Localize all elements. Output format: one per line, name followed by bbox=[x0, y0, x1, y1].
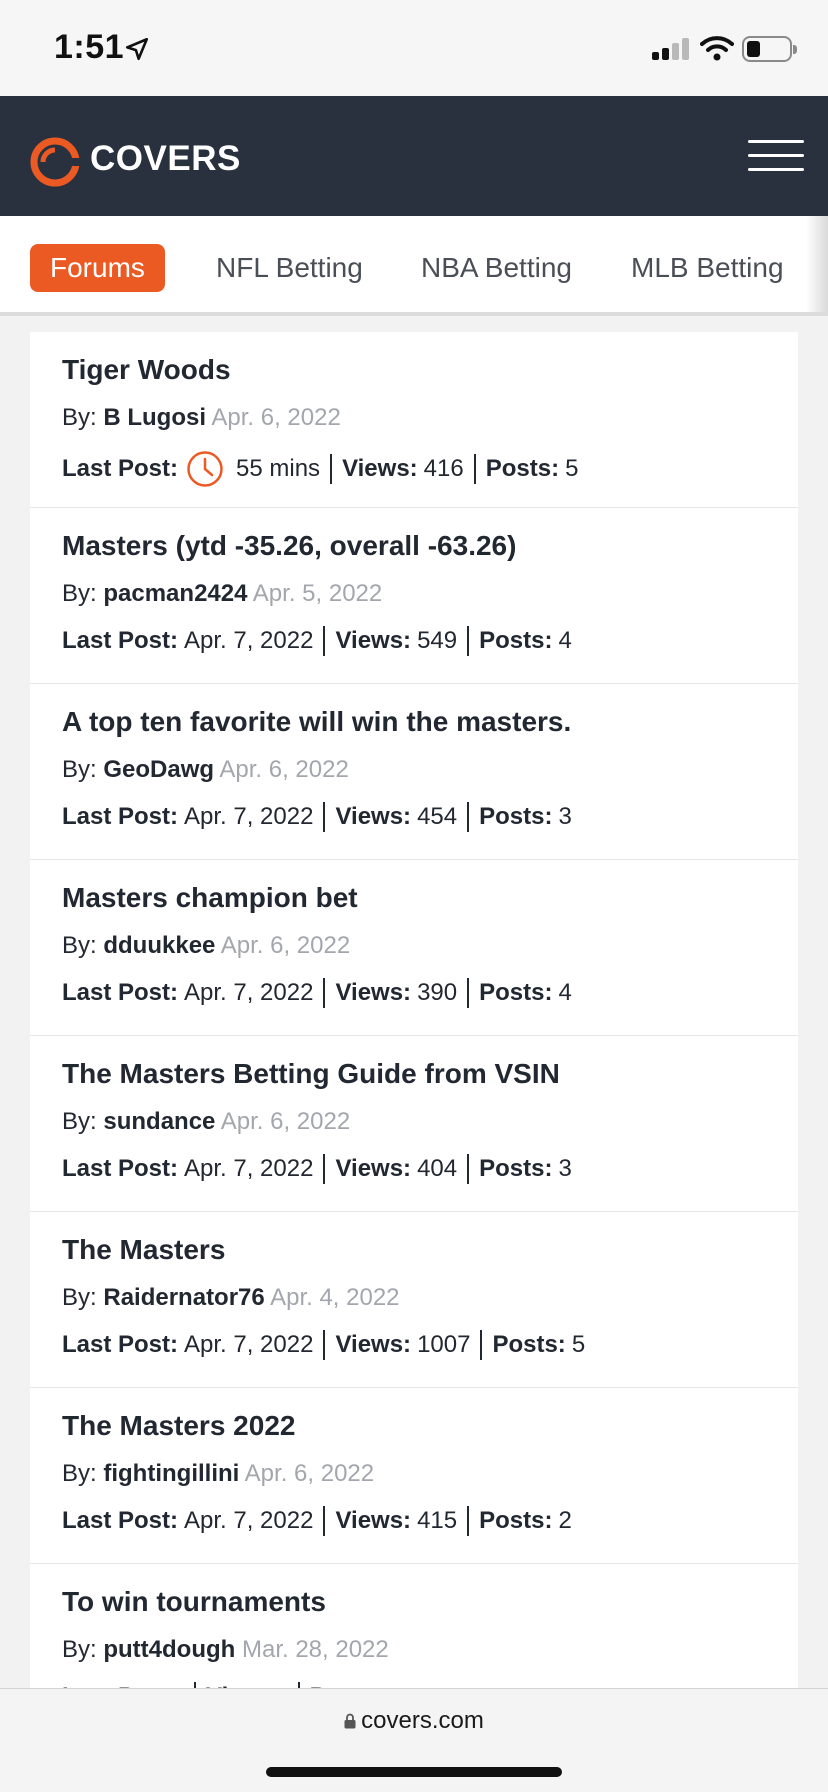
thread-item[interactable]: The Masters Betting Guide from VSIN By: … bbox=[30, 1036, 798, 1212]
thread-title[interactable]: Tiger Woods bbox=[62, 354, 231, 386]
url-display[interactable]: covers.com bbox=[0, 1707, 828, 1735]
thread-date: Apr. 4, 2022 bbox=[270, 1284, 400, 1311]
thread-title[interactable]: The Masters Betting Guide from VSIN bbox=[62, 1058, 560, 1090]
thread-byline: By: sundance Apr. 6, 2022 bbox=[62, 1108, 351, 1135]
thread-stats: Last Post: Apr. 7, 2022 Views: 549 Posts… bbox=[62, 626, 572, 656]
site-header: COVERS bbox=[0, 96, 828, 216]
views-count: 415 bbox=[417, 1507, 458, 1534]
views-count: 549 bbox=[417, 627, 458, 654]
thread-author[interactable]: B Lugosi bbox=[103, 404, 206, 431]
tab-mlb-betting[interactable]: MLB Betting bbox=[631, 244, 784, 292]
posts-count: 3 bbox=[558, 1155, 572, 1182]
thread-author[interactable]: Raidernator76 bbox=[103, 1284, 264, 1311]
browser-url-bar[interactable]: covers.com bbox=[0, 1688, 828, 1792]
posts-count: 5 bbox=[571, 1331, 586, 1358]
thread-title[interactable]: The Masters bbox=[62, 1234, 225, 1266]
thread-author[interactable]: dduukkee bbox=[103, 932, 215, 959]
url-text: covers.com bbox=[361, 1707, 484, 1734]
thread-byline: By: dduukkee Apr. 6, 2022 bbox=[62, 932, 351, 959]
covers-logo-icon[interactable] bbox=[30, 137, 80, 187]
thread-date: Mar. 28, 2022 bbox=[241, 1636, 389, 1663]
thread-title[interactable]: A top ten favorite will win the masters. bbox=[62, 706, 571, 738]
brand-name[interactable]: COVERS bbox=[90, 139, 241, 179]
thread-item[interactable]: Tiger Woods By: B Lugosi Apr. 6, 2022 La… bbox=[30, 332, 798, 508]
last-post-value: Apr. 7, 2022 bbox=[184, 1507, 314, 1534]
views-count: 454 bbox=[417, 803, 458, 830]
thread-author[interactable]: putt4dough bbox=[103, 1636, 235, 1663]
scroll-fade bbox=[806, 216, 828, 312]
thread-title[interactable]: Masters champion bet bbox=[62, 882, 358, 914]
views-count: 404 bbox=[417, 1155, 458, 1182]
thread-date: Apr. 6, 2022 bbox=[220, 932, 351, 959]
views-count: 1007 bbox=[417, 1331, 471, 1358]
thread-title[interactable]: To win tournaments bbox=[62, 1586, 326, 1618]
thread-byline: By: GeoDawg Apr. 6, 2022 bbox=[62, 756, 349, 783]
last-post-value: Apr. 7, 2022 bbox=[184, 1331, 314, 1358]
clock-icon bbox=[187, 451, 223, 487]
tab-forums[interactable]: Forums bbox=[30, 244, 165, 292]
thread-item[interactable]: The Masters By: Raidernator76 Apr. 4, 20… bbox=[30, 1212, 798, 1388]
last-post-value: Apr. 7, 2022 bbox=[184, 803, 314, 830]
sport-nav-tabs: Forums NFL Betting NBA Betting MLB Betti… bbox=[0, 216, 828, 316]
thread-author[interactable]: fightingillini bbox=[103, 1460, 239, 1487]
status-bar: 1:51 bbox=[0, 0, 828, 96]
thread-item[interactable]: A top ten favorite will win the masters.… bbox=[30, 684, 798, 860]
thread-stats: Last Post: Apr. 7, 2022 Views: 404 Posts… bbox=[62, 1154, 572, 1184]
thread-stats: Last Post: Apr. 7, 2022 Views: 1007 Post… bbox=[62, 1330, 586, 1360]
tab-nba-betting[interactable]: NBA Betting bbox=[421, 244, 572, 292]
views-count: 416 bbox=[423, 455, 464, 482]
thread-date: Apr. 6, 2022 bbox=[220, 1108, 351, 1135]
battery-icon bbox=[742, 36, 797, 62]
posts-count: 5 bbox=[565, 455, 579, 482]
thread-date: Apr. 6, 2022 bbox=[219, 756, 349, 783]
thread-item[interactable]: Masters (ytd -35.26, overall -63.26) By:… bbox=[30, 508, 798, 684]
thread-date: Apr. 6, 2022 bbox=[211, 404, 341, 431]
thread-stats: Last Post: Apr. 7, 2022 Views: 390 Posts… bbox=[62, 978, 572, 1008]
thread-item[interactable]: Masters champion bet By: dduukkee Apr. 6… bbox=[30, 860, 798, 1036]
thread-byline: By: B Lugosi Apr. 6, 2022 bbox=[62, 404, 341, 431]
last-post-value: Apr. 7, 2022 bbox=[184, 1155, 314, 1182]
thread-title[interactable]: Masters (ytd -35.26, overall -63.26) bbox=[62, 530, 516, 562]
last-post-value: Apr. 7, 2022 bbox=[184, 627, 314, 654]
thread-author[interactable]: sundance bbox=[103, 1108, 215, 1135]
thread-item[interactable]: To win tournaments By: putt4dough Mar. 2… bbox=[30, 1564, 798, 1688]
thread-byline: By: putt4dough Mar. 28, 2022 bbox=[62, 1636, 389, 1663]
posts-count: 2 bbox=[558, 1507, 572, 1534]
posts-count: 3 bbox=[558, 803, 572, 830]
home-indicator[interactable] bbox=[266, 1767, 562, 1777]
hamburger-menu-icon[interactable] bbox=[748, 140, 804, 172]
thread-list: Tiger Woods By: B Lugosi Apr. 6, 2022 La… bbox=[30, 332, 798, 1688]
lock-icon bbox=[344, 1713, 356, 1729]
thread-title[interactable]: The Masters 2022 bbox=[62, 1410, 295, 1442]
thread-author[interactable]: pacman2424 bbox=[103, 580, 247, 607]
thread-date: Apr. 6, 2022 bbox=[244, 1460, 375, 1487]
location-arrow-icon bbox=[125, 37, 149, 61]
thread-item[interactable]: The Masters 2022 By: fightingillini Apr.… bbox=[30, 1388, 798, 1564]
thread-byline: By: Raidernator76 Apr. 4, 2022 bbox=[62, 1284, 400, 1311]
status-time: 1:51 bbox=[54, 28, 125, 66]
posts-count: 4 bbox=[558, 627, 572, 654]
tab-nfl-betting[interactable]: NFL Betting bbox=[216, 244, 363, 292]
thread-stats: Last Post: Apr. 7, 2022 Views: 415 Posts… bbox=[62, 1506, 572, 1536]
last-post-value: Apr. 7, 2022 bbox=[184, 979, 314, 1006]
thread-stats: Last Post: 55 mins Views: 416 Posts: 5 bbox=[62, 450, 578, 488]
wifi-icon bbox=[700, 36, 734, 61]
thread-stats: Last Post: Apr. 7, 2022 Views: 454 Posts… bbox=[62, 802, 572, 832]
posts-count: 4 bbox=[558, 979, 572, 1006]
thread-byline: By: fightingillini Apr. 6, 2022 bbox=[62, 1460, 375, 1487]
thread-author[interactable]: GeoDawg bbox=[103, 756, 214, 783]
views-count: 390 bbox=[417, 979, 458, 1006]
last-post-value: 55 mins bbox=[236, 455, 321, 482]
thread-date: Apr. 5, 2022 bbox=[252, 580, 383, 607]
thread-byline: By: pacman2424 Apr. 5, 2022 bbox=[62, 580, 383, 607]
